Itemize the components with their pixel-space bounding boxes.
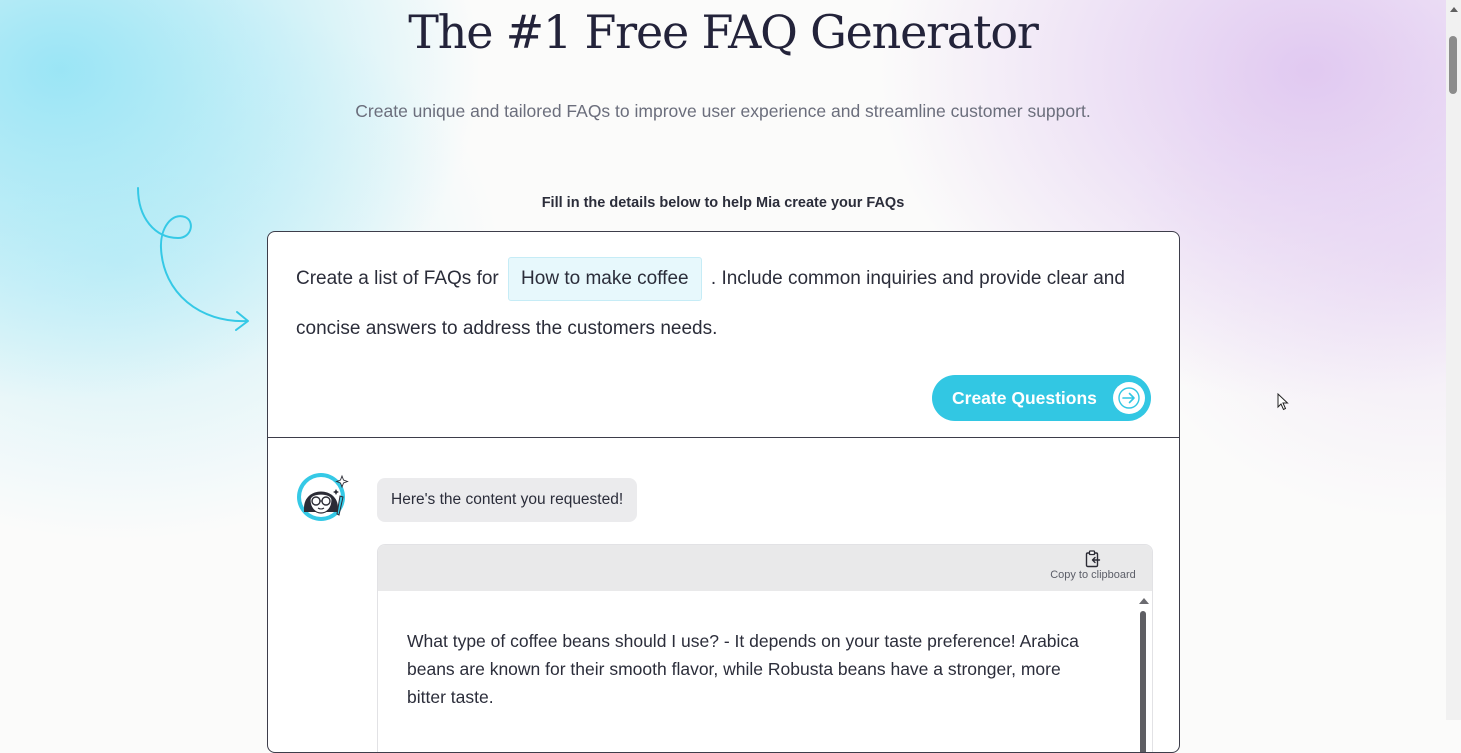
prompt-prefix: Create a list of FAQs for [296,268,499,289]
copy-to-clipboard-button[interactable]: Copy to clipboard [1048,550,1138,581]
clipboard-icon [1085,550,1101,568]
arrow-right-icon [1113,382,1145,414]
page-subtitle: Create unique and tailored FAQs to impro… [355,101,1091,121]
faq-result-text: What type of coffee beans should I use? … [407,631,1079,707]
result-scrollbar[interactable] [1136,595,1152,752]
create-questions-label: Create Questions [952,387,1097,408]
page: The #1 Free FAQ Generator Create unique … [0,0,1461,753]
result-scroll-thumb[interactable] [1140,611,1146,752]
result-toolbar: Copy to clipboard [378,545,1152,591]
prompt-sentence: Create a list of FAQs for How to make co… [296,254,1156,354]
faq-generator-card: Create a list of FAQs for How to make co… [267,231,1180,753]
section-divider [268,437,1179,439]
mouse-pointer-icon [1277,393,1289,411]
bot-message-bubble: Here's the content you requested! [377,478,638,522]
scroll-up-arrow-icon[interactable] [1139,597,1149,604]
page-scroll-up-arrow-icon[interactable] [1450,6,1458,12]
page-title: The #1 Free FAQ Generator [408,5,1039,59]
topic-input[interactable]: How to make coffee [508,257,702,301]
copy-to-clipboard-label: Copy to clipboard [1050,569,1136,581]
mia-avatar [297,473,349,521]
create-questions-button[interactable]: Create Questions [932,375,1151,421]
form-instructions: Fill in the details below to help Mia cr… [541,195,905,211]
page-scroll-thumb[interactable] [1449,36,1457,94]
faq-result-panel: Copy to clipboard What type of coffee be… [377,544,1153,752]
page-scrollbar[interactable] [1446,0,1461,720]
